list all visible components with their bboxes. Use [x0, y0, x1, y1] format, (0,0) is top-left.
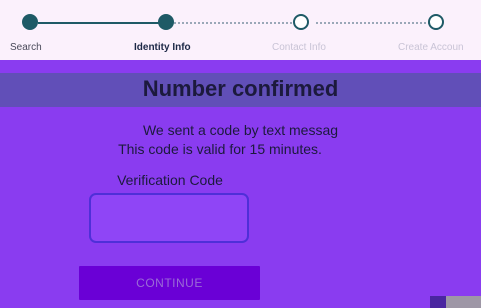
step-label-contact-info: Contact Info: [272, 42, 326, 53]
code-sent-message: We sent a code by text messag: [142, 122, 339, 138]
page-title: Number confirmed: [142, 76, 339, 101]
step-dot-identity-info: [158, 14, 174, 30]
step-label-create-account: Create Accoun: [398, 42, 464, 53]
code-validity-message: This code is valid for 15 minutes.: [118, 141, 322, 157]
corner-block: [430, 296, 446, 308]
step-dot-create-account: [428, 14, 444, 30]
verification-code-input[interactable]: [89, 193, 249, 243]
verification-code-label: Verification Code: [117, 172, 223, 188]
step-connector-complete: [38, 22, 160, 24]
progress-stepper: Search Identity Info Contact Info Create…: [0, 0, 481, 60]
corner-block: [446, 296, 481, 308]
step-label-identity-info: Identity Info: [134, 42, 191, 53]
step-dot-search: [22, 14, 38, 30]
step-dot-contact-info: [293, 14, 309, 30]
continue-button[interactable]: CONTINUE: [79, 266, 260, 300]
step-label-search: Search: [10, 42, 42, 53]
step-connector-pending: [316, 22, 430, 24]
step-connector-pending: [174, 22, 300, 24]
